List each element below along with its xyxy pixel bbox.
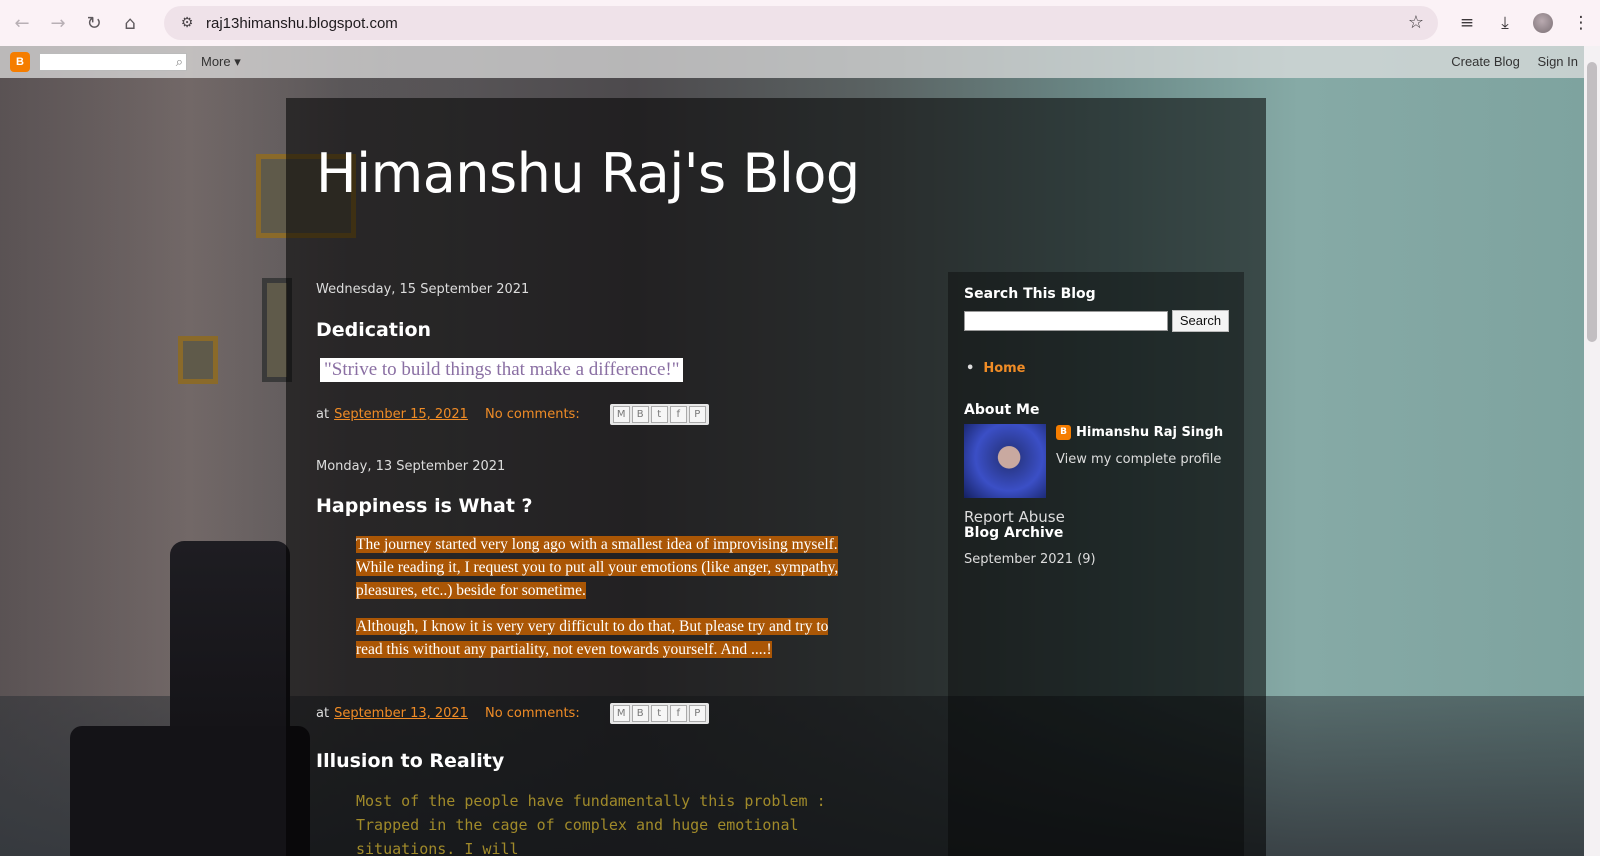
home-icon[interactable]: ⌂ <box>112 5 148 41</box>
twitter-share-icon[interactable]: t <box>650 406 668 423</box>
date-header: Monday, 13 September 2021 <box>316 459 506 474</box>
comments-link[interactable]: No comments: <box>485 706 580 721</box>
sidebar: Search This Blog Search Home About Me B … <box>948 272 1244 856</box>
profile-avatar[interactable] <box>1524 6 1562 40</box>
post-timestamp-link[interactable]: September 13, 2021 <box>334 706 468 721</box>
blog-title[interactable]: Himanshu Raj's Blog <box>316 142 860 205</box>
date-header: Wednesday, 15 September 2021 <box>316 282 530 297</box>
post-paragraph-text: Although, I know it is very very difficu… <box>356 618 829 658</box>
post-timestamp-link[interactable]: September 15, 2021 <box>334 407 468 422</box>
facebook-share-icon[interactable]: f <box>669 705 687 722</box>
navbar-search-input[interactable]: ⌕ <box>39 53 187 71</box>
post-paragraph: Most of the people have fundamentally th… <box>356 792 826 856</box>
post-title[interactable]: Dedication <box>316 319 431 341</box>
menu-kebab-icon[interactable]: ⋮ <box>1562 6 1600 40</box>
about-me-title: About Me <box>964 402 1040 418</box>
site-info-icon[interactable]: ⚙ <box>172 15 202 31</box>
email-share-icon[interactable]: M <box>612 406 630 423</box>
view-profile-link[interactable]: View my complete profile <box>1056 452 1221 467</box>
post-title[interactable]: Illusion to Reality <box>316 750 504 772</box>
post-paragraph: Although, I know it is very very difficu… <box>356 615 856 661</box>
reading-list-icon[interactable]: ≡ <box>1448 6 1486 40</box>
url-text[interactable]: raj13himanshu.blogspot.com <box>206 15 398 32</box>
post-footer-at: at <box>316 407 330 422</box>
sign-in-link[interactable]: Sign In <box>1538 54 1578 69</box>
download-icon[interactable]: ⤓ <box>1486 6 1524 40</box>
browser-toolbar: ← → ↻ ⌂ ⚙ raj13himanshu.blogspot.com ☆ ≡… <box>0 0 1600 46</box>
twitter-share-icon[interactable]: t <box>650 705 668 722</box>
post-quote: "Strive to build things that make a diff… <box>320 358 684 382</box>
comments-link[interactable]: No comments: <box>485 407 580 422</box>
email-share-icon[interactable]: M <box>612 705 630 722</box>
blogger-navbar: B ⌕ More ▾ Create Blog Sign In <box>0 46 1584 78</box>
blogger-logo-icon[interactable]: B <box>10 52 30 72</box>
post-paragraph-text: The journey started very long ago with a… <box>356 536 839 599</box>
post-footer-at: at <box>316 706 330 721</box>
web-page: B ⌕ More ▾ Create Blog Sign In Himanshu … <box>0 46 1584 856</box>
search-widget-title: Search This Blog <box>964 286 1096 302</box>
home-link[interactable]: Home <box>966 361 1025 376</box>
pinterest-share-icon[interactable]: P <box>688 406 706 423</box>
back-arrow-icon[interactable]: ← <box>4 5 40 41</box>
create-blog-link[interactable]: Create Blog <box>1451 54 1520 69</box>
blogthis-share-icon[interactable]: B <box>631 406 649 423</box>
archive-item[interactable]: September 2021 (9) <box>964 552 1096 567</box>
profile-name-link[interactable]: B Himanshu Raj Singh <box>1056 425 1223 440</box>
blog-search-input[interactable] <box>964 311 1168 331</box>
search-button[interactable]: Search <box>1172 310 1229 332</box>
report-abuse-link[interactable]: Report Abuse <box>964 508 1065 526</box>
blog-archive-title: Blog Archive <box>964 525 1064 541</box>
reload-icon[interactable]: ↻ <box>76 5 112 41</box>
post-paragraph: The journey started very long ago with a… <box>356 533 856 602</box>
share-buttons: M B t f P <box>609 404 709 425</box>
address-bar[interactable]: ⚙ raj13himanshu.blogspot.com ☆ <box>164 6 1438 40</box>
blogthis-share-icon[interactable]: B <box>631 705 649 722</box>
forward-arrow-icon[interactable]: → <box>40 5 76 41</box>
facebook-share-icon[interactable]: f <box>669 406 687 423</box>
background-frame <box>178 336 218 384</box>
search-icon[interactable]: ⌕ <box>176 54 183 70</box>
scrollbar-thumb[interactable] <box>1587 62 1597 342</box>
blog-container: Himanshu Raj's Blog Wednesday, 15 Septem… <box>286 98 1266 856</box>
more-menu[interactable]: More ▾ <box>201 54 241 70</box>
blogger-profile-icon: B <box>1056 425 1071 440</box>
post-footer: at September 15, 2021 No comments: M B t… <box>316 404 709 425</box>
share-buttons: M B t f P <box>609 703 709 724</box>
pinterest-share-icon[interactable]: P <box>688 705 706 722</box>
profile-name-text[interactable]: Himanshu Raj Singh <box>1076 425 1223 440</box>
profile-photo[interactable] <box>964 424 1046 498</box>
post-footer: at September 13, 2021 No comments: M B t… <box>316 703 709 724</box>
bookmark-star-icon[interactable]: ☆ <box>1408 12 1424 33</box>
background-couch <box>70 726 310 856</box>
page-scrollbar[interactable] <box>1584 46 1600 856</box>
post-title[interactable]: Happiness is What ? <box>316 495 533 517</box>
